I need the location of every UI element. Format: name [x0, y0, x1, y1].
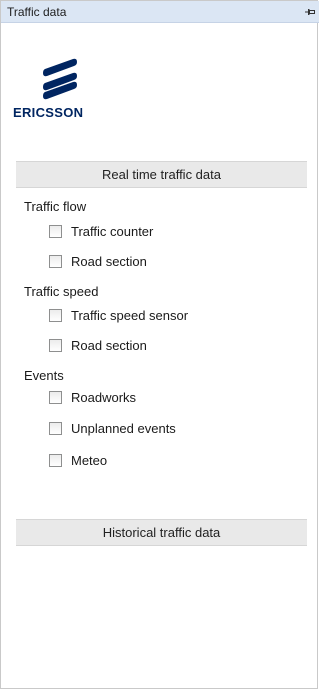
group-label-events: Events: [24, 368, 64, 383]
roadworks-checkbox[interactable]: [49, 390, 62, 404]
historical-traffic-header[interactable]: Historical traffic data: [16, 519, 307, 546]
traffic-speed-sensor-label: Traffic speed sensor: [71, 307, 189, 323]
panel-titlebar: Traffic data: [1, 1, 319, 23]
traffic-speed-sensor-checkbox[interactable]: [49, 308, 62, 322]
checkbox-row-traffic-speed-sensor[interactable]: Traffic speed sensor: [49, 306, 188, 324]
speed-road-section-checkbox[interactable]: [49, 338, 62, 352]
ericsson-logo: ERICSSON: [13, 57, 133, 127]
ericsson-wordmark: ERICSSON: [13, 105, 84, 120]
checkbox-row-traffic-counter[interactable]: Traffic counter: [49, 222, 153, 240]
traffic-counter-label: Traffic counter: [71, 223, 154, 239]
group-label-traffic-speed: Traffic speed: [24, 284, 99, 299]
flow-road-section-checkbox[interactable]: [49, 254, 62, 268]
checkbox-row-roadworks[interactable]: Roadworks: [49, 388, 136, 406]
checkbox-row-speed-road-section[interactable]: Road section: [49, 336, 147, 354]
ericsson-mark-icon: [43, 58, 77, 100]
group-label-traffic-flow: Traffic flow: [24, 199, 87, 214]
speed-road-section-label: Road section: [71, 337, 147, 353]
traffic-data-panel: Traffic data ERICSSON Real time traffic …: [0, 0, 319, 689]
checkbox-row-meteo[interactable]: Meteo: [49, 451, 107, 469]
realtime-traffic-header[interactable]: Real time traffic data: [16, 161, 307, 188]
unplanned-events-label: Unplanned events: [71, 420, 176, 436]
panel-title: Traffic data: [7, 5, 67, 19]
checkbox-row-unplanned-events[interactable]: Unplanned events: [49, 419, 176, 437]
roadworks-label: Roadworks: [71, 389, 137, 405]
checkbox-row-flow-road-section[interactable]: Road section: [49, 252, 147, 270]
meteo-label: Meteo: [71, 452, 108, 468]
traffic-counter-checkbox[interactable]: [49, 224, 62, 238]
flow-road-section-label: Road section: [71, 253, 147, 269]
meteo-checkbox[interactable]: [49, 453, 62, 467]
unplanned-events-checkbox[interactable]: [49, 421, 62, 435]
pin-icon[interactable]: [304, 6, 316, 18]
